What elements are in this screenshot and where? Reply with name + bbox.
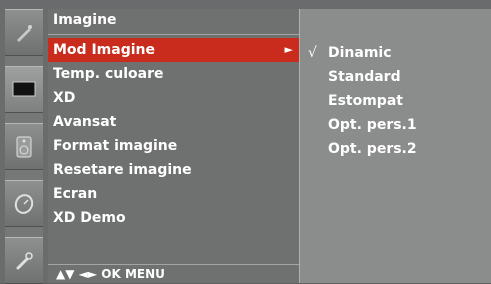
submenu-option-standard[interactable]: Standard [328, 65, 401, 89]
clock-icon [14, 193, 34, 214]
check-icon: √ [308, 45, 317, 61]
submenu-panel: √ Dinamic Standard Estompat Opt. pers.1 … [299, 9, 491, 283]
submenu-arrow-icon: ► [284, 43, 293, 56]
sidebar-item-audio[interactable] [5, 123, 43, 170]
sidebar-item-picture[interactable] [5, 9, 43, 56]
submenu-option-estompat[interactable]: Estompat [328, 89, 403, 113]
picture-menu: Imagine Mod Imagine ► Temp. culoare XD A… [48, 9, 299, 283]
settings-icon [16, 251, 33, 269]
picture-icon [17, 24, 32, 42]
speaker-icon [16, 136, 32, 157]
sidebar-item-screen[interactable] [5, 66, 43, 113]
menu-item-avansat[interactable]: Avansat [48, 110, 299, 134]
submenu-option-opt-pers-2[interactable]: Opt. pers.2 [328, 137, 417, 161]
submenu-option-opt-pers-1[interactable]: Opt. pers.1 [328, 113, 417, 137]
menu-item-format-imagine[interactable]: Format imagine [48, 134, 299, 158]
submenu-option-dinamic[interactable]: Dinamic [328, 41, 392, 65]
category-sidebar [5, 9, 43, 284]
navigation-hint: ▲▼ ◄► OK MENU [48, 264, 299, 283]
menu-item-mod-imagine[interactable]: Mod Imagine ► [48, 38, 299, 62]
sidebar-item-option[interactable] [5, 237, 43, 284]
menu-item-xd-demo[interactable]: XD Demo [48, 206, 299, 230]
screen-icon [12, 81, 36, 96]
menu-item-temp-culoare[interactable]: Temp. culoare [48, 62, 299, 86]
sidebar-item-time[interactable] [5, 180, 43, 227]
menu-title: Imagine [48, 9, 299, 35]
osd-frame: Imagine Mod Imagine ► Temp. culoare XD A… [0, 0, 491, 284]
menu-item-label: Mod Imagine [53, 42, 155, 58]
menu-item-resetare-imagine[interactable]: Resetare imagine [48, 158, 299, 182]
menu-item-ecran[interactable]: Ecran [48, 182, 299, 206]
menu-item-xd[interactable]: XD [48, 86, 299, 110]
